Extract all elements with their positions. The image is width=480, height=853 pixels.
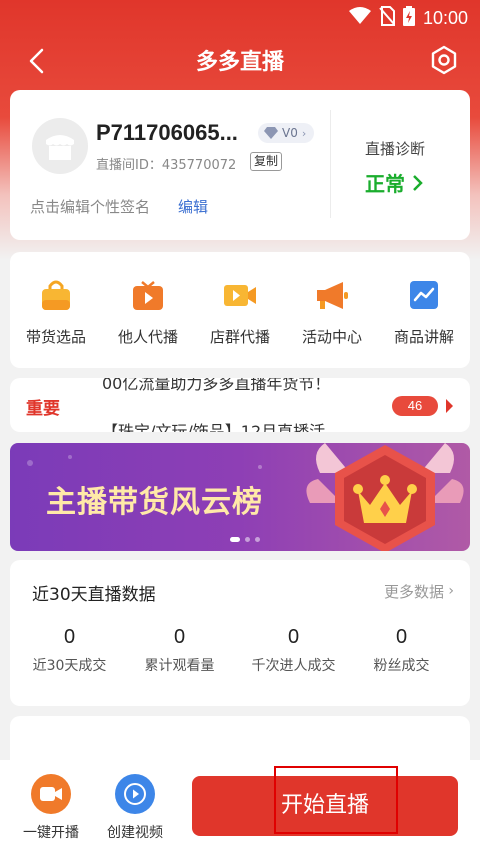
quick-start-label: 一键开播: [23, 825, 79, 841]
tool-product-selection[interactable]: 带货选品: [10, 278, 102, 347]
tool-label: 活动中心: [301, 328, 362, 346]
ranking-banner[interactable]: 主播带货风云榜: [10, 443, 470, 551]
battery-charging-icon: [402, 6, 415, 30]
tool-label: 带货选品: [25, 328, 86, 346]
avatar[interactable]: [32, 118, 88, 174]
live-stats-card: 近30天直播数据 更多数据 › 0 近30天成交 0 累计观看量 0 千次进人成…: [10, 560, 470, 706]
stat-value: 0: [173, 626, 186, 648]
store-icon: [46, 135, 74, 160]
tool-product-explain[interactable]: 商品讲解: [378, 278, 470, 347]
quick-start-button[interactable]: 一键开播: [16, 774, 86, 842]
no-sim-icon: [379, 6, 395, 30]
stat-label: 累计观看量: [144, 658, 215, 674]
notice-count-badge: 46: [392, 396, 438, 416]
wifi-icon: [348, 7, 371, 29]
crown-badge-icon: [306, 443, 464, 551]
notice-text: 【珠宝/文玩/饰品】12月直播活: [102, 422, 326, 432]
shopping-bag-icon: [39, 278, 73, 312]
status-bar: 10:00: [0, 0, 480, 34]
create-video-label: 创建视频: [107, 825, 163, 841]
camera-icon: [31, 774, 71, 814]
chevron-right-icon: [413, 175, 423, 191]
diagnosis-status[interactable]: 正常: [365, 168, 424, 197]
diagnosis-title[interactable]: 直播诊断: [365, 138, 425, 159]
stat-label: 千次进人成交: [251, 658, 336, 674]
caret-right-icon[interactable]: [446, 399, 453, 413]
stats-title: 近30天直播数据: [32, 585, 156, 605]
more-data-link[interactable]: 更多数据: [384, 581, 444, 602]
nav-bar: 多多直播: [0, 38, 480, 84]
edit-signature-link[interactable]: 编辑: [178, 196, 208, 217]
tool-label: 商品讲解: [393, 328, 454, 346]
vip-badge: V0 ›: [258, 123, 314, 143]
notice-text: 00亿流量助力多多直播年货节！: [102, 378, 331, 393]
video-camera-icon: [223, 278, 257, 312]
page-title: 多多直播: [195, 50, 284, 75]
highlight-box: [274, 766, 398, 834]
room-id: 直播间ID：435770072: [96, 158, 237, 173]
notice-bar[interactable]: 重要 00亿流量助力多多直播年货节！ 【珠宝/文玩/饰品】12月直播活 46: [10, 378, 470, 432]
stat-label: 近30天成交: [32, 658, 107, 674]
stat-label: 粉丝成交: [373, 658, 430, 674]
stat-item[interactable]: 0 千次进人成交: [236, 626, 351, 675]
stat-item[interactable]: 0 近30天成交: [12, 626, 127, 675]
stat-value: 0: [395, 626, 408, 648]
diagnosis-value: 正常: [365, 172, 405, 196]
tool-label: 店群代播: [209, 328, 270, 346]
play-circle-icon: [115, 774, 155, 814]
stat-value: 0: [287, 626, 300, 648]
stat-value: 0: [63, 626, 76, 648]
chevron-right-icon[interactable]: ›: [448, 583, 454, 599]
notice-tag: 重要: [26, 399, 60, 419]
vip-level: V0: [282, 126, 298, 140]
settings-button[interactable]: [428, 44, 460, 76]
hex-gear-icon: [431, 45, 457, 75]
divider: [330, 110, 331, 218]
tool-store-group-live[interactable]: 店群代播: [194, 278, 286, 347]
tools-grid: 带货选品 他人代播 店群代播 活动中心 商品讲解: [10, 252, 470, 368]
tool-activity-center[interactable]: 活动中心: [286, 278, 378, 347]
trend-chart-icon: [407, 278, 441, 312]
stat-item[interactable]: 0 粉丝成交: [344, 626, 459, 675]
diamond-icon: [264, 127, 278, 139]
banner-title: 主播带货风云榜: [46, 485, 263, 520]
bottom-action-bar: 一键开播 创建视频 开始直播: [0, 760, 480, 853]
megaphone-icon: [315, 278, 349, 312]
profile-card: P711706065... V0 › 直播间ID：435770072 复制 点击…: [10, 90, 470, 240]
tool-label: 他人代播: [117, 328, 178, 346]
play-tv-icon: [131, 278, 165, 312]
signature-placeholder[interactable]: 点击编辑个性签名: [30, 196, 150, 217]
chevron-right-icon: ›: [301, 126, 307, 140]
tool-proxy-live[interactable]: 他人代播: [102, 278, 194, 347]
banner-pagination: [230, 537, 260, 542]
status-time: 10:00: [422, 7, 468, 28]
create-video-button[interactable]: 创建视频: [100, 774, 170, 842]
stat-item[interactable]: 0 累计观看量: [122, 626, 237, 675]
anchor-name: P711706065...: [96, 120, 238, 145]
copy-button[interactable]: 复制: [250, 152, 283, 171]
